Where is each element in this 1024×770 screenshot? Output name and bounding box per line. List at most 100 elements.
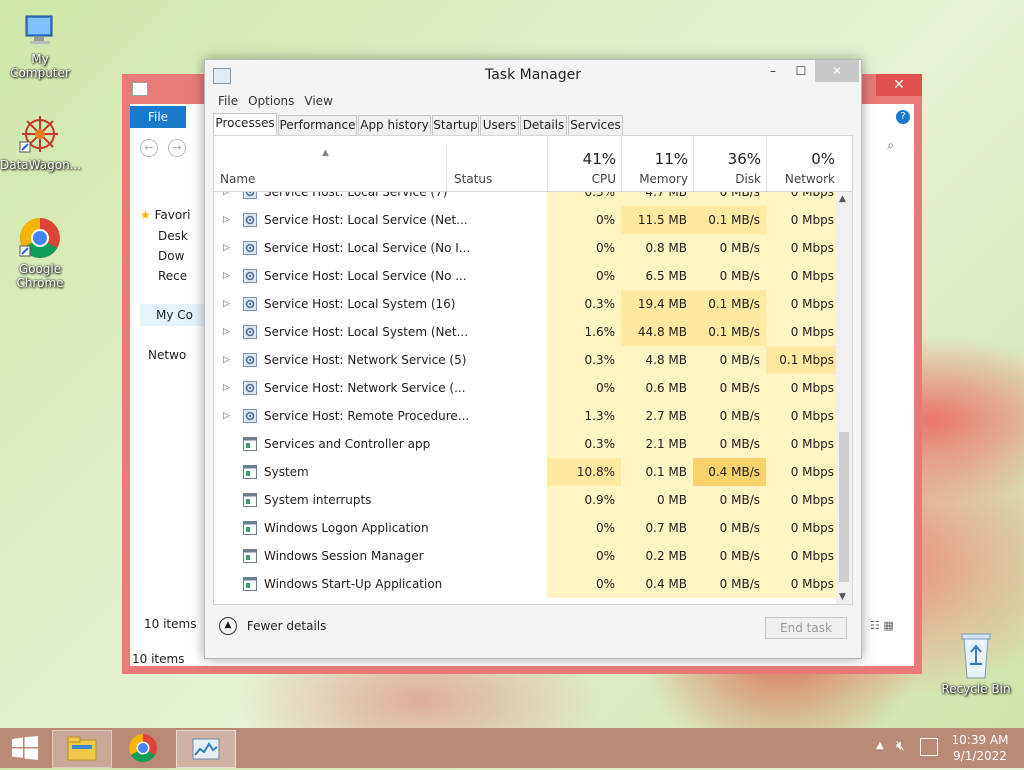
menu-options[interactable]: Options <box>243 91 299 111</box>
end-task-button[interactable]: End task <box>765 617 847 639</box>
table-row[interactable]: System 10.8% 0.1 MB 0.4 MB/s 0 Mbps <box>214 458 844 486</box>
datawagon-icon <box>18 112 62 156</box>
column-cpu[interactable]: 41% CPU <box>547 136 622 191</box>
column-name[interactable]: Name <box>220 172 255 186</box>
desktop-icon-google-chrome[interactable]: Google Chrome <box>0 216 80 290</box>
clock-time[interactable]: 10:39 AM <box>950 733 1010 747</box>
column-status[interactable]: Status <box>454 172 492 186</box>
table-row[interactable]: ▷ Service Host: Local System (Net... 1.6% 4… <box>214 318 844 346</box>
nav-desktop[interactable]: Desk <box>140 226 210 246</box>
fewer-details-button[interactable]: ▲ Fewer details <box>219 617 326 637</box>
explorer-help-icon[interactable]: ? <box>896 110 910 124</box>
tab-details[interactable]: Details <box>520 115 567 136</box>
nav-label: Desk <box>158 229 188 243</box>
minimize-button[interactable]: – <box>759 60 787 82</box>
table-row[interactable]: Windows Logon Application 0% 0.7 MB 0 MB/s 0… <box>214 514 844 542</box>
desktop-icon-my-computer[interactable]: My Computer <box>0 10 80 80</box>
expand-arrow-icon[interactable]: ▷ <box>223 402 230 430</box>
column-memory[interactable]: 11% Memory <box>621 136 694 191</box>
table-row[interactable]: ▷ Service Host: Network Service (5) 0.3% 4.… <box>214 346 844 374</box>
process-memory: 11.5 MB <box>621 206 693 234</box>
expand-arrow-icon[interactable]: ▷ <box>223 318 230 346</box>
taskbar-file-explorer[interactable] <box>52 730 112 768</box>
process-list: ▷ Service Host: Local Service (7) 0.3% 4.7 … <box>214 192 844 604</box>
table-row[interactable]: ▷ Service Host: Local Service (7) 0.3% 4.7 … <box>214 192 844 206</box>
table-row[interactable]: ▷ Service Host: Local Service (No ... 0% 6.… <box>214 262 844 290</box>
expand-arrow-icon[interactable]: ▷ <box>223 374 230 402</box>
table-row[interactable]: System interrupts 0.9% 0 MB 0 MB/s 0 Mbps <box>214 486 844 514</box>
service-host-gear-icon <box>243 297 257 311</box>
explorer-close-button[interactable]: ✕ <box>876 74 922 96</box>
explorer-view-icons[interactable]: ☷ ▦ <box>870 619 910 632</box>
task-manager-window[interactable]: Task Manager – ☐ ✕ File Options View Proce… <box>204 59 862 659</box>
process-name: Windows Start-Up Application <box>264 577 443 591</box>
network-icon[interactable] <box>920 738 938 756</box>
table-row[interactable]: Windows Session Manager 0% 0.2 MB 0 MB/s 0 M… <box>214 542 844 570</box>
scroll-up-icon[interactable]: ▲ <box>839 194 846 204</box>
explorer-search-icon[interactable]: ⌕ <box>887 138 894 153</box>
nav-favorites[interactable]: ★ Favori <box>140 204 210 226</box>
tab-users[interactable]: Users <box>480 115 519 136</box>
table-row[interactable]: ▷ Service Host: Remote Procedure... 1.3% 2.… <box>214 402 844 430</box>
vertical-scrollbar[interactable]: ▲ ▼ <box>836 192 852 604</box>
taskbar-task-manager[interactable] <box>176 730 236 768</box>
forward-icon[interactable]: → <box>168 139 186 157</box>
show-hidden-icons[interactable]: ▲ <box>876 740 884 751</box>
expand-arrow-icon[interactable]: ▷ <box>223 346 230 374</box>
table-row[interactable]: ▷ Service Host: Local System (16) 0.3% 19.4… <box>214 290 844 318</box>
column-disk[interactable]: 36% Disk <box>693 136 767 191</box>
service-host-gear-icon <box>243 381 257 395</box>
tab-app-history[interactable]: App history <box>358 115 431 136</box>
nav-computer[interactable]: My Co <box>140 304 210 326</box>
process-name: Service Host: Local System (16) <box>264 297 456 311</box>
nav-downloads[interactable]: Dow <box>140 246 210 266</box>
desktop-icon-datawagon[interactable]: DataWagon... <box>0 112 81 172</box>
process-cpu: 0% <box>547 262 621 290</box>
scroll-thumb[interactable] <box>839 432 849 582</box>
taskbar-google-chrome[interactable] <box>114 730 172 766</box>
menu-view[interactable]: View <box>299 91 337 111</box>
recycle-bin-icon <box>956 630 996 680</box>
table-row[interactable]: ▷ Service Host: Local Service (Net... 0% 11… <box>214 206 844 234</box>
maximize-button[interactable]: ☐ <box>787 60 815 82</box>
folder-icon <box>67 736 97 761</box>
column-network[interactable]: 0% Network <box>766 136 841 191</box>
process-network: 0 Mbps <box>766 374 840 402</box>
process-cpu: 0% <box>547 570 621 598</box>
process-cpu: 0% <box>547 542 621 570</box>
menu-file[interactable]: File <box>213 91 243 111</box>
desktop-icon-recycle-bin[interactable]: Recycle Bin <box>936 630 1016 696</box>
explorer-file-tab[interactable]: File <box>130 106 186 128</box>
process-name: Service Host: Local System (Net... <box>264 325 469 339</box>
tab-performance[interactable]: Performance <box>278 115 357 136</box>
process-cpu: 0% <box>547 206 621 234</box>
nav-recent[interactable]: Rece <box>140 266 210 286</box>
expand-arrow-icon[interactable]: ▷ <box>223 290 230 318</box>
scroll-down-icon[interactable]: ▼ <box>839 592 846 602</box>
table-row[interactable]: Services and Controller app 0.3% 2.1 MB 0 M… <box>214 430 844 458</box>
service-host-gear-icon <box>243 213 257 227</box>
close-button[interactable]: ✕ <box>815 60 859 82</box>
table-row[interactable]: ▷ Service Host: Local Service (No I... 0% 0… <box>214 234 844 262</box>
back-icon[interactable]: ← <box>140 139 158 157</box>
column-divider <box>446 148 447 191</box>
process-cpu: 1.3% <box>547 402 621 430</box>
nav-network[interactable]: Netwo <box>140 344 210 366</box>
clock-date[interactable]: 9/1/2022 <box>950 749 1010 763</box>
expand-arrow-icon[interactable]: ▷ <box>223 234 230 262</box>
volume-muted-icon[interactable]: 🔇︎ <box>896 738 905 754</box>
cpu-label: CPU <box>591 172 616 186</box>
start-button[interactable] <box>12 736 38 760</box>
table-row[interactable]: Windows Start-Up Application 0% 0.4 MB 0 MB… <box>214 570 844 598</box>
expand-arrow-icon[interactable]: ▷ <box>223 262 230 290</box>
expand-arrow-icon[interactable]: ▷ <box>223 206 230 234</box>
tab-startup[interactable]: Startup <box>432 115 479 136</box>
tab-processes[interactable]: Processes <box>213 113 277 136</box>
process-network: 0 Mbps <box>766 290 840 318</box>
process-cpu: 0% <box>547 514 621 542</box>
process-network: 0 Mbps <box>766 514 840 542</box>
table-row[interactable]: ▷ Service Host: Network Service (... 0% 0.6… <box>214 374 844 402</box>
expand-arrow-icon[interactable]: ▷ <box>223 192 230 206</box>
network-label: Network <box>784 172 835 186</box>
tab-services[interactable]: Services <box>568 115 623 136</box>
